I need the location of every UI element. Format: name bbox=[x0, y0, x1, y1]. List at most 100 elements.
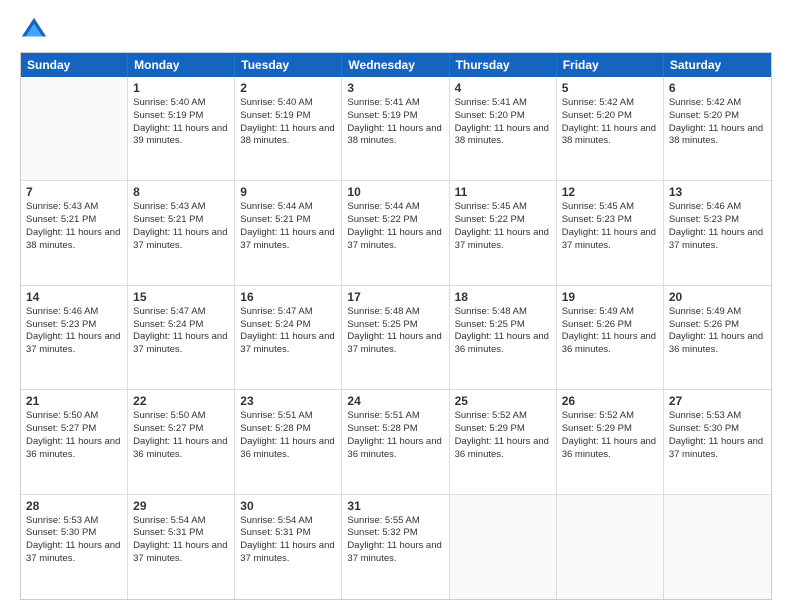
logo bbox=[20, 16, 52, 44]
sunrise-text: Sunrise: 5:40 AM bbox=[133, 97, 229, 110]
daylight-text: Daylight: 11 hours and 38 minutes. bbox=[26, 227, 122, 253]
cal-cell-3-6: 19Sunrise: 5:49 AMSunset: 5:26 PMDayligh… bbox=[557, 286, 664, 389]
cal-cell-4-3: 23Sunrise: 5:51 AMSunset: 5:28 PMDayligh… bbox=[235, 390, 342, 493]
daylight-text: Daylight: 11 hours and 36 minutes. bbox=[455, 331, 551, 357]
logo-icon bbox=[20, 16, 48, 44]
sunrise-text: Sunrise: 5:48 AM bbox=[347, 306, 443, 319]
day-number: 31 bbox=[347, 499, 443, 513]
day-number: 4 bbox=[455, 81, 551, 95]
day-number: 17 bbox=[347, 290, 443, 304]
daylight-text: Daylight: 11 hours and 36 minutes. bbox=[347, 436, 443, 462]
daylight-text: Daylight: 11 hours and 36 minutes. bbox=[240, 436, 336, 462]
sunrise-text: Sunrise: 5:42 AM bbox=[562, 97, 658, 110]
day-number: 18 bbox=[455, 290, 551, 304]
daylight-text: Daylight: 11 hours and 38 minutes. bbox=[347, 123, 443, 149]
cal-cell-1-5: 4 Sunrise: 5:41 AMSunset: 5:20 PMDaylight… bbox=[450, 77, 557, 180]
sunset-text: Sunset: 5:26 PM bbox=[562, 319, 658, 332]
cal-cell-4-6: 26Sunrise: 5:52 AMSunset: 5:29 PMDayligh… bbox=[557, 390, 664, 493]
day-number: 9 bbox=[240, 185, 336, 199]
week-row-1: 1Sunrise: 5:40 AMSunset: 5:19 PMDaylight… bbox=[21, 77, 771, 181]
cal-cell-1-3: 2Sunrise: 5:40 AMSunset: 5:19 PMDaylight… bbox=[235, 77, 342, 180]
sunrise-text: Sunrise: 5:54 AM bbox=[240, 515, 336, 528]
sunset-text: Sunset: 5:21 PM bbox=[133, 214, 229, 227]
sunrise-text: Sunrise: 5:43 AM bbox=[26, 201, 122, 214]
day-number: 1 bbox=[133, 81, 229, 95]
sunrise-text: Sunrise: 5:51 AM bbox=[240, 410, 336, 423]
daylight-text: Daylight: 11 hours and 37 minutes. bbox=[669, 227, 766, 253]
sunrise-text: Sunrise: 5:41 AM bbox=[455, 97, 551, 110]
daylight-text: Daylight: 11 hours and 38 minutes. bbox=[240, 123, 336, 149]
sunset-text: Sunset: 5:19 PM bbox=[347, 110, 443, 123]
sunset-text: Sunset: 5:23 PM bbox=[669, 214, 766, 227]
day-number: 15 bbox=[133, 290, 229, 304]
day-number: 29 bbox=[133, 499, 229, 513]
daylight-text: Daylight: 11 hours and 38 minutes. bbox=[562, 123, 658, 149]
cal-cell-4-5: 25Sunrise: 5:52 AMSunset: 5:29 PMDayligh… bbox=[450, 390, 557, 493]
cal-cell-3-1: 14Sunrise: 5:46 AMSunset: 5:23 PMDayligh… bbox=[21, 286, 128, 389]
sunrise-text: Sunrise: 5:45 AM bbox=[562, 201, 658, 214]
daylight-text: Daylight: 11 hours and 36 minutes. bbox=[669, 331, 766, 357]
sunset-text: Sunset: 5:31 PM bbox=[133, 527, 229, 540]
sunset-text: Sunset: 5:23 PM bbox=[562, 214, 658, 227]
day-number: 30 bbox=[240, 499, 336, 513]
sunrise-text: Sunrise: 5:47 AM bbox=[240, 306, 336, 319]
cal-cell-3-2: 15Sunrise: 5:47 AMSunset: 5:24 PMDayligh… bbox=[128, 286, 235, 389]
cal-cell-1-7: 6Sunrise: 5:42 AMSunset: 5:20 PMDaylight… bbox=[664, 77, 771, 180]
sunrise-text: Sunrise: 5:44 AM bbox=[347, 201, 443, 214]
day-number: 28 bbox=[26, 499, 122, 513]
sunset-text: Sunset: 5:20 PM bbox=[455, 110, 551, 123]
cal-cell-4-7: 27Sunrise: 5:53 AMSunset: 5:30 PMDayligh… bbox=[664, 390, 771, 493]
cal-cell-2-2: 8Sunrise: 5:43 AMSunset: 5:21 PMDaylight… bbox=[128, 181, 235, 284]
sunset-text: Sunset: 5:24 PM bbox=[240, 319, 336, 332]
sunrise-text: Sunrise: 5:52 AM bbox=[562, 410, 658, 423]
calendar-body: 1Sunrise: 5:40 AMSunset: 5:19 PMDaylight… bbox=[21, 77, 771, 599]
daylight-text: Daylight: 11 hours and 37 minutes. bbox=[26, 331, 122, 357]
cal-cell-2-5: 11Sunrise: 5:45 AMSunset: 5:22 PMDayligh… bbox=[450, 181, 557, 284]
day-number: 6 bbox=[669, 81, 766, 95]
sunset-text: Sunset: 5:29 PM bbox=[562, 423, 658, 436]
sunrise-text: Sunrise: 5:52 AM bbox=[455, 410, 551, 423]
cal-cell-1-2: 1Sunrise: 5:40 AMSunset: 5:19 PMDaylight… bbox=[128, 77, 235, 180]
sunrise-text: Sunrise: 5:46 AM bbox=[26, 306, 122, 319]
sunset-text: Sunset: 5:21 PM bbox=[26, 214, 122, 227]
day-number: 20 bbox=[669, 290, 766, 304]
cal-cell-3-3: 16Sunrise: 5:47 AMSunset: 5:24 PMDayligh… bbox=[235, 286, 342, 389]
cal-cell-5-2: 29Sunrise: 5:54 AMSunset: 5:31 PMDayligh… bbox=[128, 495, 235, 599]
day-number: 7 bbox=[26, 185, 122, 199]
sunrise-text: Sunrise: 5:40 AM bbox=[240, 97, 336, 110]
cal-cell-4-1: 21Sunrise: 5:50 AMSunset: 5:27 PMDayligh… bbox=[21, 390, 128, 493]
day-number: 11 bbox=[455, 185, 551, 199]
cal-cell-1-6: 5 Sunrise: 5:42 AMSunset: 5:20 PMDaylight… bbox=[557, 77, 664, 180]
sunset-text: Sunset: 5:26 PM bbox=[669, 319, 766, 332]
daylight-text: Daylight: 11 hours and 37 minutes. bbox=[562, 227, 658, 253]
sunset-text: Sunset: 5:20 PM bbox=[562, 110, 658, 123]
sunset-text: Sunset: 5:27 PM bbox=[133, 423, 229, 436]
week-row-4: 21Sunrise: 5:50 AMSunset: 5:27 PMDayligh… bbox=[21, 390, 771, 494]
header-cell-friday: Friday bbox=[557, 53, 664, 77]
day-number: 5 bbox=[562, 81, 658, 95]
daylight-text: Daylight: 11 hours and 38 minutes. bbox=[455, 123, 551, 149]
sunrise-text: Sunrise: 5:55 AM bbox=[347, 515, 443, 528]
daylight-text: Daylight: 11 hours and 37 minutes. bbox=[133, 227, 229, 253]
sunset-text: Sunset: 5:20 PM bbox=[669, 110, 766, 123]
sunset-text: Sunset: 5:29 PM bbox=[455, 423, 551, 436]
day-number: 22 bbox=[133, 394, 229, 408]
sunset-text: Sunset: 5:23 PM bbox=[26, 319, 122, 332]
sunset-text: Sunset: 5:25 PM bbox=[347, 319, 443, 332]
sunrise-text: Sunrise: 5:43 AM bbox=[133, 201, 229, 214]
cal-cell-1-4: 3Sunrise: 5:41 AMSunset: 5:19 PMDaylight… bbox=[342, 77, 449, 180]
daylight-text: Daylight: 11 hours and 37 minutes. bbox=[133, 331, 229, 357]
cal-cell-1-1 bbox=[21, 77, 128, 180]
week-row-5: 28Sunrise: 5:53 AMSunset: 5:30 PMDayligh… bbox=[21, 495, 771, 599]
week-row-2: 7Sunrise: 5:43 AMSunset: 5:21 PMDaylight… bbox=[21, 181, 771, 285]
daylight-text: Daylight: 11 hours and 37 minutes. bbox=[240, 227, 336, 253]
sunset-text: Sunset: 5:30 PM bbox=[669, 423, 766, 436]
day-number: 25 bbox=[455, 394, 551, 408]
daylight-text: Daylight: 11 hours and 37 minutes. bbox=[347, 227, 443, 253]
header-cell-thursday: Thursday bbox=[450, 53, 557, 77]
sunrise-text: Sunrise: 5:51 AM bbox=[347, 410, 443, 423]
sunset-text: Sunset: 5:22 PM bbox=[347, 214, 443, 227]
sunrise-text: Sunrise: 5:50 AM bbox=[26, 410, 122, 423]
header-cell-saturday: Saturday bbox=[664, 53, 771, 77]
sunset-text: Sunset: 5:30 PM bbox=[26, 527, 122, 540]
